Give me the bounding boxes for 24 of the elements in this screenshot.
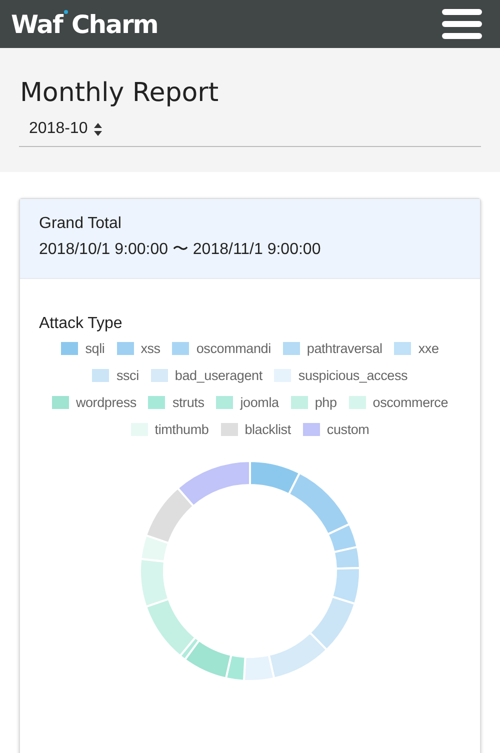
legend-label[interactable]: xxe [418, 341, 439, 356]
page-title: Monthly Report [20, 78, 220, 108]
legend-label[interactable]: blacklist [244, 422, 291, 437]
legend-label[interactable]: oscommerce [372, 395, 448, 410]
chart-title: Attack Type [39, 315, 124, 333]
legend-label[interactable]: ssci [116, 368, 139, 383]
sort-caret-icon [94, 122, 102, 136]
legend-label[interactable]: pathtraversal [306, 341, 382, 356]
logo[interactable]: Waf Charm [11, 10, 158, 38]
legend-label[interactable]: xss [140, 341, 160, 356]
date-range: 2018/10/1 9:00:00 〜 2018/11/1 9:00:00 [39, 240, 322, 260]
menu-icon[interactable] [442, 7, 482, 41]
legend-label[interactable]: struts [172, 395, 204, 410]
legend-label[interactable]: timthumb [154, 422, 209, 437]
legend-label[interactable]: sqli [85, 341, 105, 356]
legend-label[interactable]: custom [326, 422, 370, 437]
legend-label[interactable]: joomla [240, 395, 279, 410]
legend-label[interactable]: oscommandi [196, 341, 271, 356]
card-title: Grand Total [39, 215, 122, 233]
legend-label[interactable]: suspicious_access [298, 368, 408, 383]
legend-label[interactable]: bad_useragent [174, 368, 262, 383]
legend-label[interactable]: wordpress [76, 395, 136, 410]
month-select[interactable]: 2018-10 [19, 120, 481, 147]
legend-label[interactable]: php [314, 395, 337, 410]
